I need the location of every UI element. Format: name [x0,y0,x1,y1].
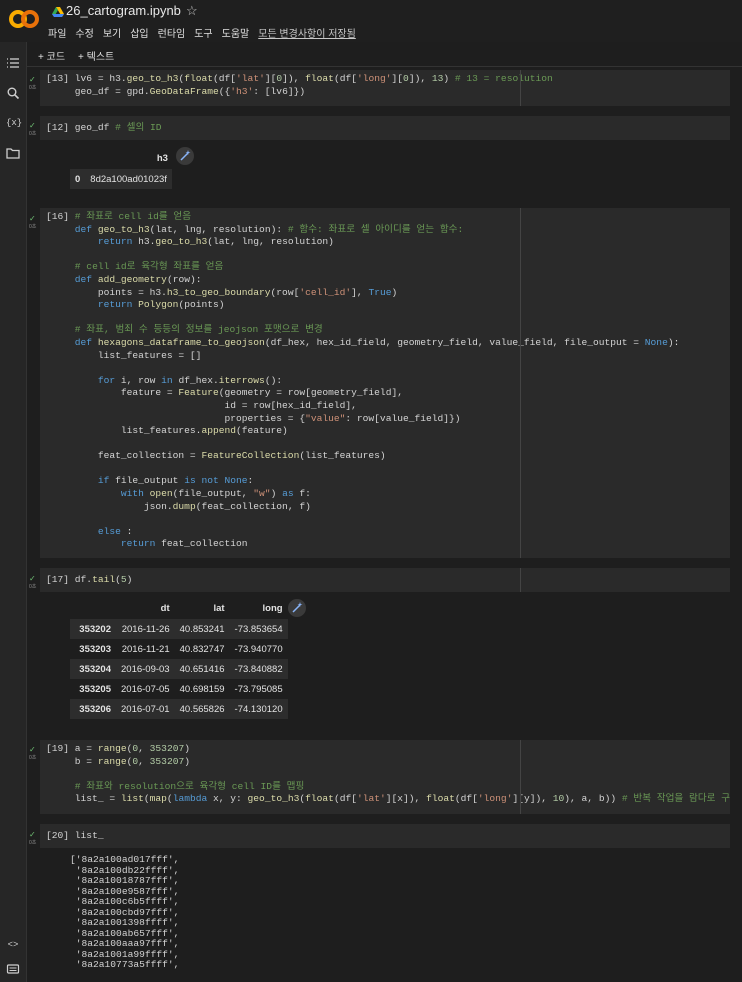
code-cell[interactable]: [13] lv6 = h3.geo_to_h3(float(df['lat'][… [40,70,730,106]
menu-view[interactable]: 보기 [103,25,121,40]
code-line: list_ [74,830,104,841]
output-line: '8a2a100c6b5ffff', [70,896,180,907]
run-status-icon[interactable]: ✓ 0초 [29,121,39,139]
code-cell[interactable]: [17] df.tail(5) [40,568,730,592]
run-status-icon[interactable]: ✓ 0초 [29,830,39,848]
table-cell: -73.795085 [234,683,283,695]
code-snippets-icon[interactable]: <> [6,938,20,952]
row-index: 353204 [79,663,111,675]
line-length-ruler [520,208,521,558]
column-header: lat [213,602,225,614]
row-index: 353202 [79,623,111,635]
menu-file[interactable]: 파일 [48,25,66,40]
menu-insert[interactable]: 삽입 [130,25,148,40]
menu-help[interactable]: 도움말 [222,25,250,40]
row-index: 353205 [79,683,111,695]
menu-edit[interactable]: 수정 [75,25,93,40]
table-cell: 2016-11-21 [121,643,170,655]
menu-tools[interactable]: 도구 [194,25,212,40]
table-cell: -73.840882 [234,663,283,675]
left-rail: {x} <> [0,42,27,982]
menu-bar: 파일 수정 보기 삽입 런타임 도구 도움말 모든 변경사항이 저장됨 [48,25,365,40]
menu-runtime[interactable]: 런타임 [158,25,186,40]
run-status-icon[interactable]: ✓ 0초 [29,75,39,93]
app-header: 26_cartogram.ipynb ☆ 파일 수정 보기 삽입 런타임 도구 … [0,0,742,42]
table-cell: 40.698159 [179,683,225,695]
execution-count: [16] [46,211,70,222]
table-row: 353203 2016-11-21 40.832747 -73.940770 [70,639,288,659]
star-icon[interactable]: ☆ [186,3,198,19]
output-line: '8a2a10018787fff', [70,875,180,886]
execution-count: [17] [46,574,70,585]
row-index: 0 [75,173,81,185]
list-output: ['8a2a100ad017fff', '8a2a100db22ffff', '… [70,854,180,971]
code-line: df.tail(5) [74,574,133,585]
execution-count: [12] [46,122,70,133]
command-palette-icon[interactable] [6,962,20,976]
line-length-ruler [520,70,521,106]
table-row: 353202 2016-11-26 40.853241 -73.853654 [70,619,288,639]
geo-df-output-table: h3 0 8d2a100ad01023f [70,147,172,189]
table-cell: 40.853241 [179,623,225,635]
table-row: 353205 2016-07-05 40.698159 -73.795085 [70,679,288,699]
table-cell: 2016-09-03 [121,663,170,675]
folder-icon[interactable] [6,146,20,160]
drive-icon [52,7,64,17]
table-of-contents-icon[interactable] [6,56,20,70]
variables-icon[interactable]: {x} [6,116,22,130]
table-cell: -74.130120 [234,703,283,715]
table-row: 353206 2016-07-01 40.565826 -74.130120 [70,699,288,719]
row-index: 353203 [79,643,111,655]
output-line: '8a2a10773a5ffff', [70,959,180,970]
table-cell: 2016-07-05 [121,683,170,695]
code-line: lv6 = h3.geo_to_h3(float(df['lat'][0]), … [74,73,553,84]
table-cell: 40.651416 [179,663,225,675]
table-cell: 2016-07-01 [121,703,170,715]
execution-count: [20] [46,830,70,841]
colab-logo[interactable] [8,5,40,33]
row-index: 353206 [79,703,111,715]
table-cell: -73.853654 [234,623,283,635]
table-cell: 2016-11-26 [121,623,170,635]
line-length-ruler [520,568,521,592]
add-text-button[interactable]: + 텍스트 [78,48,114,63]
table-row: 353204 2016-09-03 40.651416 -73.840882 [70,659,288,679]
execution-count: [13] [46,73,70,84]
table-cell: 8d2a100ad01023f [90,173,167,185]
code-line: geo_df = gpd.GeoDataFrame({'h3': [lv6]}) [74,85,306,97]
table-cell: -73.940770 [234,643,283,655]
output-line: '8a2a1001398ffff', [70,917,180,928]
column-header: dt [160,602,170,614]
code-line: geo_df # 셀의 ID [74,122,162,133]
output-line: ['8a2a100ad017fff', [70,854,180,865]
run-status-icon[interactable]: ✓ 0초 [29,214,39,232]
table-row: 0 8d2a100ad01023f [70,169,172,189]
code-cell[interactable]: [16] # 좌표로 cell id를 얻음 def geo_to_h3(lat… [40,208,730,558]
add-code-button[interactable]: + 코드 [38,48,65,63]
output-line: '8a2a100aaa97fff', [70,938,180,949]
magic-wand-icon[interactable] [176,147,194,165]
search-icon[interactable] [6,86,20,100]
run-status-icon[interactable]: ✓ 0초 [29,745,39,763]
table-header [70,147,85,169]
code-cell[interactable]: [12] geo_df # 셀의 ID [40,116,730,140]
table-cell: 40.832747 [179,643,225,655]
column-header: long [262,602,283,614]
notebook-toolbar: + 코드 + 텍스트 [26,42,742,67]
notebook-title[interactable]: 26_cartogram.ipynb [66,3,181,18]
magic-wand-icon[interactable] [288,599,306,617]
table-cell: 40.565826 [179,703,225,715]
table-header [70,597,116,619]
run-status-icon[interactable]: ✓ 0초 [29,574,39,592]
execution-count: [19] [46,743,70,754]
line-length-ruler [520,740,521,814]
code-cell[interactable]: [19] a = range(0, 353207) b = range(0, 3… [40,740,730,814]
column-header: h3 [156,152,168,164]
save-status-link[interactable]: 모든 변경사항이 저장됨 [258,25,356,40]
df-tail-output-table: dt lat long 353202 2016-11-26 40.853241 … [70,597,288,719]
code-cell[interactable]: [20] list_ [40,824,730,848]
